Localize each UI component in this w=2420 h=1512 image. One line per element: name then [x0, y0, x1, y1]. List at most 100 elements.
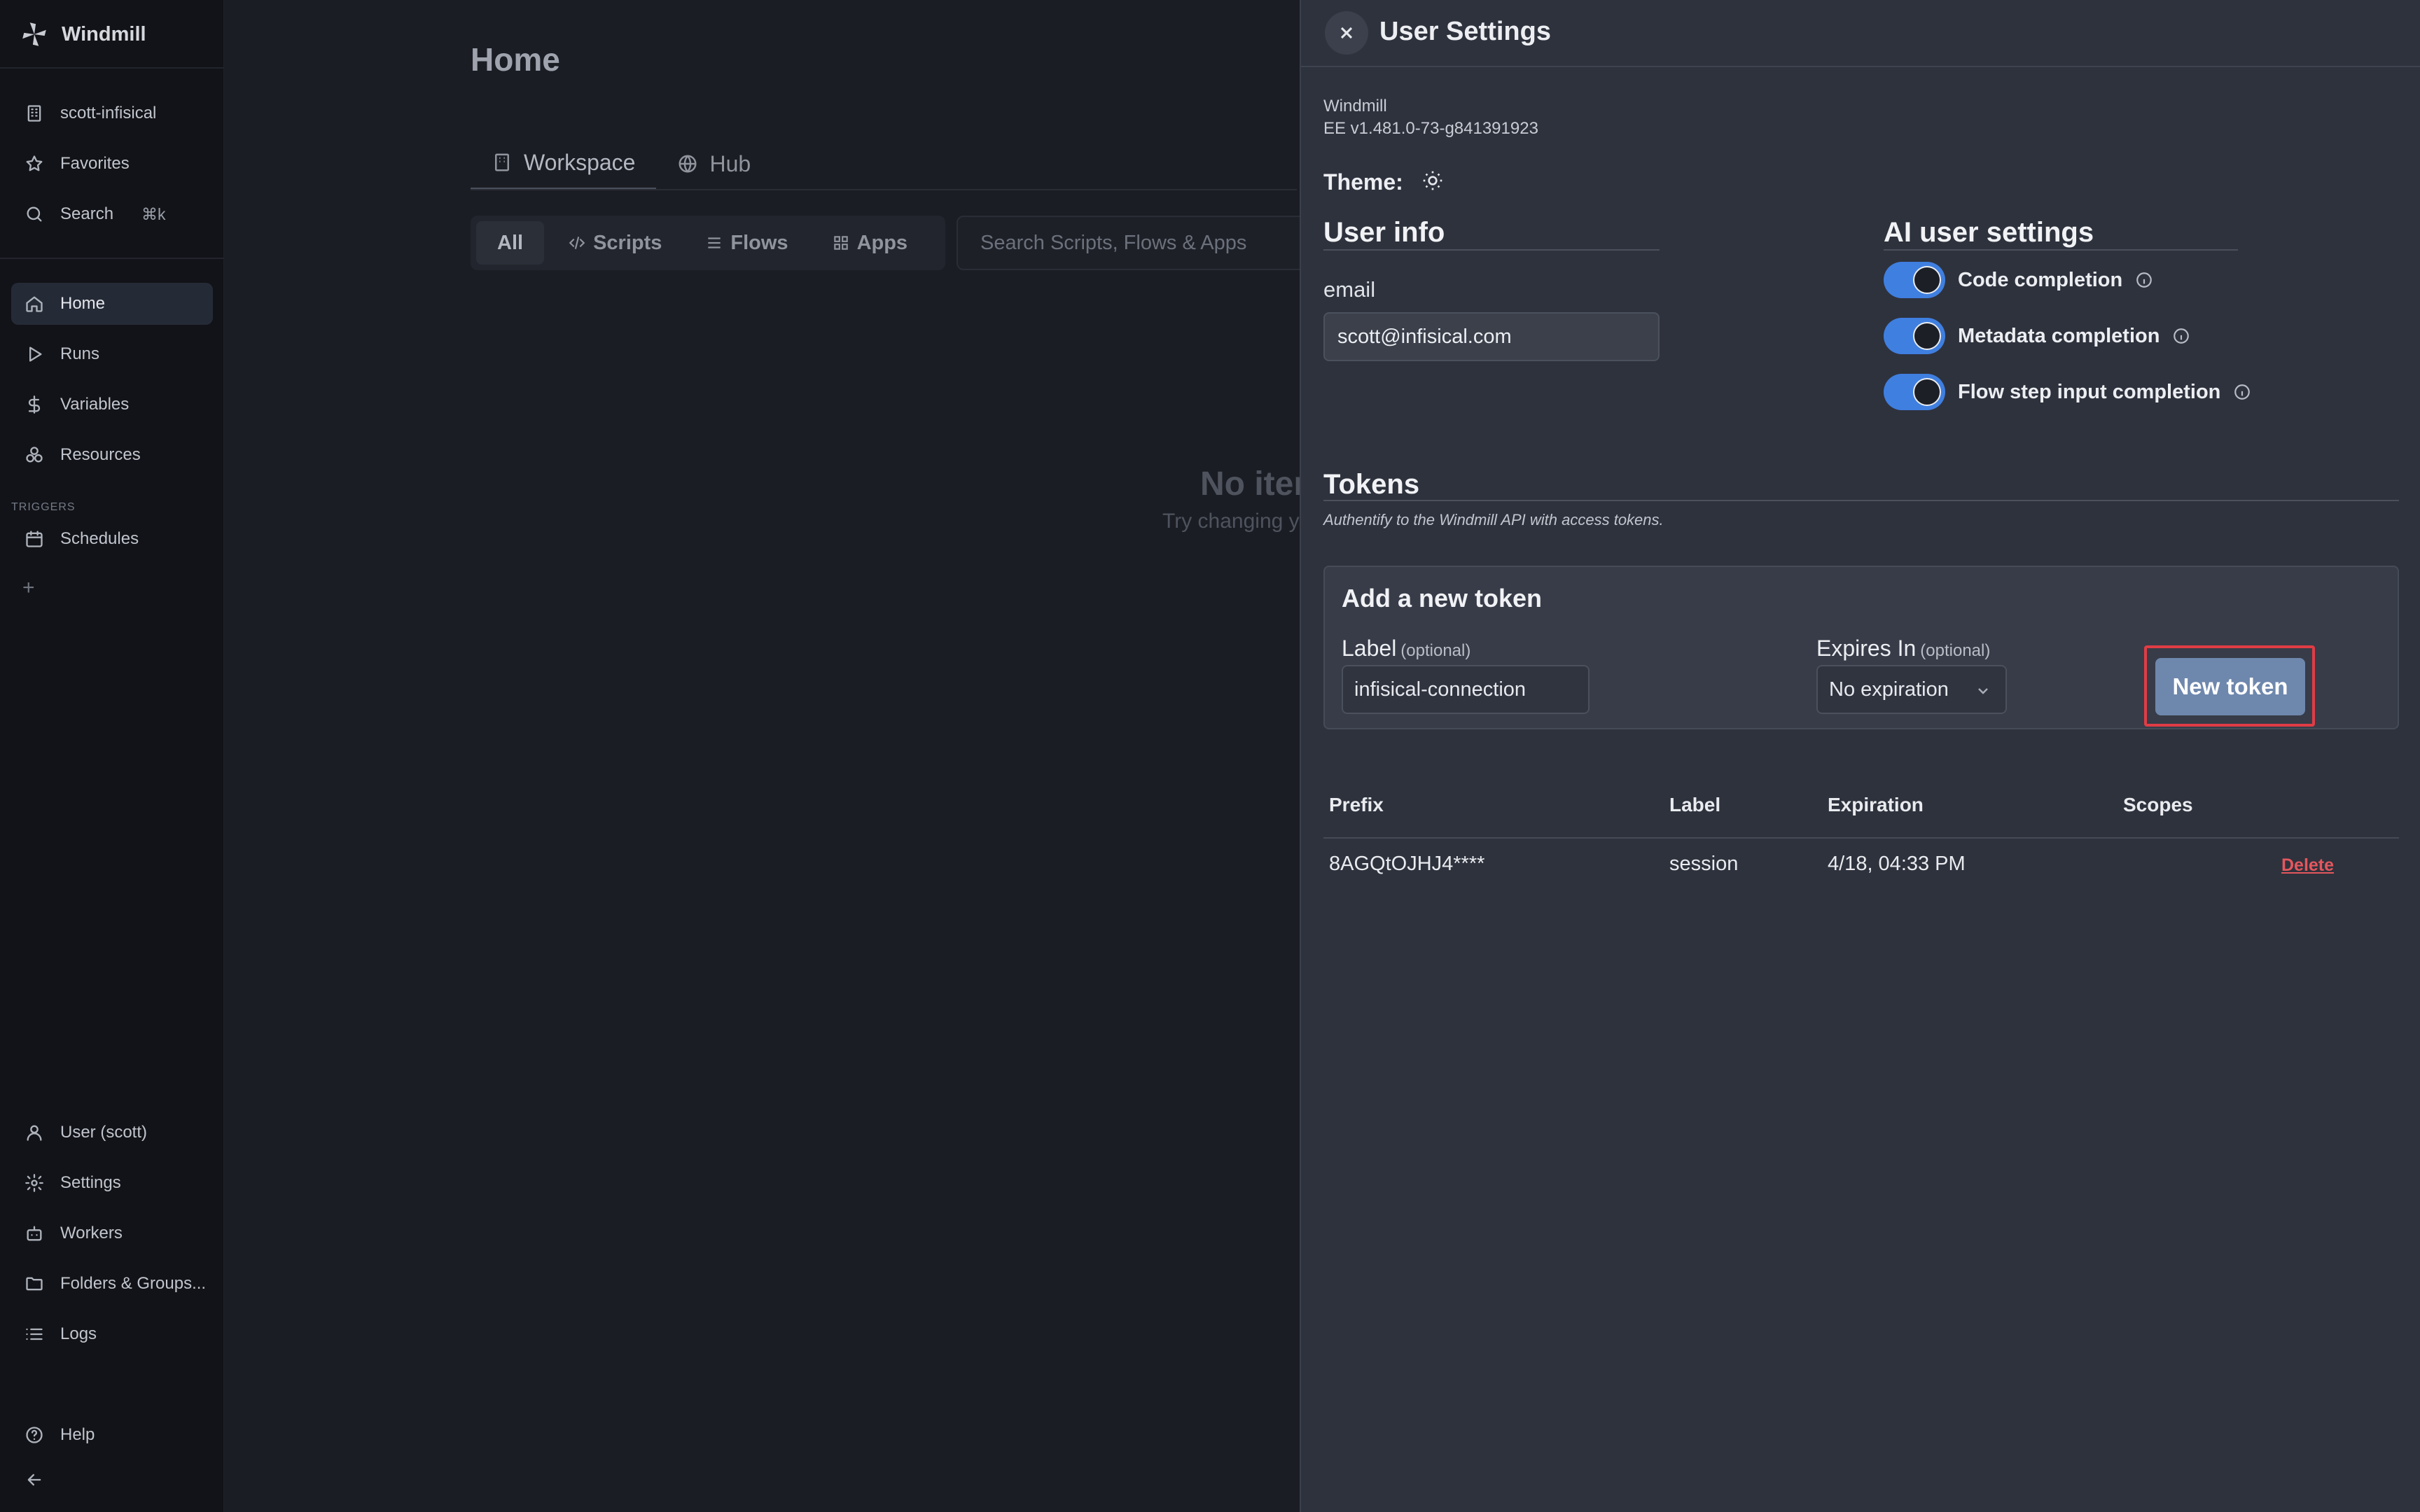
sidebar-item-logs[interactable]: Logs: [11, 1313, 213, 1355]
sidebar-item-label: Runs: [60, 344, 100, 363]
filter-all[interactable]: All: [476, 221, 545, 265]
sidebar-item-settings[interactable]: Settings: [11, 1162, 213, 1204]
brand[interactable]: Windmill: [20, 18, 146, 50]
tokens-heading: Tokens: [1323, 469, 1420, 500]
sidebar-item-runs[interactable]: Runs: [11, 333, 213, 375]
workspace-name: scott-infisical: [60, 104, 157, 122]
sidebar-item-label: Favorites: [60, 154, 130, 173]
delete-token-link[interactable]: Delete: [2281, 855, 2334, 876]
triggers-section-label: TRIGGERS: [11, 501, 76, 513]
search-input[interactable]: Search Scripts, Flows & Apps: [957, 216, 1321, 270]
token-label: session: [1669, 853, 1739, 875]
help-icon: [24, 1424, 45, 1446]
tab-label: Hub: [709, 150, 751, 176]
tab-hub[interactable]: Hub: [656, 137, 772, 190]
folder-icon: [24, 1273, 45, 1294]
version-app-name: Windmill: [1323, 97, 1387, 115]
column-header-label: Label: [1669, 794, 1721, 816]
token-label-input[interactable]: infisical-connection: [1342, 665, 1590, 714]
sidebar: Windmill scott-infisical Favorites Searc…: [0, 0, 224, 1512]
empty-state-title: No iter: [1200, 465, 1307, 503]
info-icon[interactable]: [2233, 383, 2251, 401]
token-prefix: 8AGQtOJHJ4****: [1329, 853, 1485, 875]
home-tabs: Workspace Hub: [471, 137, 772, 190]
filter-flows[interactable]: Flows: [686, 221, 807, 265]
sidebar-item-label: Variables: [60, 395, 130, 414]
collapse-sidebar-button[interactable]: [11, 1459, 213, 1501]
sidebar-item-label: Workers: [60, 1224, 123, 1242]
gear-icon: [24, 1172, 45, 1194]
filter-label: Apps: [856, 231, 908, 254]
expires-in-select[interactable]: No expiration: [1816, 665, 2007, 714]
tab-label: Workspace: [524, 149, 636, 175]
close-button[interactable]: [1325, 11, 1368, 55]
field-label-text: Label: [1342, 636, 1397, 661]
sidebar-item-resources[interactable]: Resources: [11, 434, 213, 476]
info-icon[interactable]: [2135, 271, 2153, 289]
app-root: Windmill scott-infisical Favorites Searc…: [0, 0, 2420, 1512]
sidebar-item-home[interactable]: Home: [11, 283, 213, 325]
add-trigger-icon[interactable]: +: [22, 578, 42, 598]
sidebar-item-favorites[interactable]: Favorites: [11, 143, 213, 185]
optional-hint: (optional): [1920, 641, 1991, 660]
sidebar-item-schedules[interactable]: Schedules: [11, 518, 213, 560]
theme-label: Theme:: [1323, 169, 1403, 195]
drawer-header: User Settings: [1301, 0, 2420, 67]
field-label-text: Expires In: [1816, 636, 1917, 661]
table-header-rule: [1323, 837, 2399, 839]
info-icon[interactable]: [2172, 327, 2190, 345]
flow-step-completion-toggle[interactable]: [1884, 374, 1945, 410]
filter-apps[interactable]: Apps: [812, 221, 928, 265]
arrow-left-icon: [24, 1469, 45, 1490]
ai-setting-label: Code completion: [1958, 268, 2123, 291]
sun-icon: [1423, 171, 1442, 190]
user-icon: [24, 1122, 45, 1143]
version-number: EE v1.481.0-73-g841391923: [1323, 119, 1538, 138]
theme-toggle[interactable]: [1421, 169, 1444, 192]
sidebar-item-variables[interactable]: Variables: [11, 384, 213, 426]
ai-setting-label: Flow step input completion: [1958, 380, 2221, 403]
ai-setting-flow-step-input-completion: Flow step input completion: [1884, 374, 2251, 410]
tab-workspace[interactable]: Workspace: [471, 137, 657, 190]
search-icon: [24, 204, 45, 225]
sidebar-item-help[interactable]: Help: [11, 1414, 213, 1456]
windmill-logo-icon: [20, 20, 49, 49]
column-header-prefix: Prefix: [1329, 794, 1384, 816]
sidebar-divider: [0, 258, 224, 259]
sidebar-item-label: Search: [60, 204, 114, 223]
boxes-icon: [24, 444, 45, 465]
email-field[interactable]: scott@infisical.com: [1323, 312, 1660, 361]
email-label: email: [1323, 277, 1376, 302]
close-icon: [1340, 27, 1353, 39]
code-completion-toggle[interactable]: [1884, 262, 1945, 298]
sidebar-item-folders-groups[interactable]: Folders & Groups...: [11, 1263, 213, 1305]
workspace-switcher[interactable]: scott-infisical: [11, 92, 213, 134]
sidebar-item-user[interactable]: User (scott): [11, 1112, 213, 1154]
drawer-title: User Settings: [1379, 17, 1551, 46]
home-icon: [24, 293, 45, 314]
sidebar-item-workers[interactable]: Workers: [11, 1212, 213, 1254]
ai-setting-code-completion: Code completion: [1884, 262, 2153, 298]
metadata-completion-toggle[interactable]: [1884, 318, 1945, 354]
search-shortcut: ⌘k: [141, 204, 166, 223]
play-icon: [24, 344, 45, 365]
user-info-heading: User info: [1323, 217, 1445, 248]
ai-settings-heading: AI user settings: [1884, 217, 2094, 248]
token-label-label: Label (optional): [1342, 636, 1470, 662]
sidebar-item-search[interactable]: Search ⌘k: [11, 193, 213, 235]
star-icon: [24, 153, 45, 174]
building-icon: [24, 103, 45, 124]
new-token-button[interactable]: New token: [2155, 658, 2305, 715]
filter-scripts[interactable]: Scripts: [548, 221, 681, 265]
ai-setting-label: Metadata completion: [1958, 324, 2160, 347]
empty-state-subtitle: Try changing y: [1162, 510, 1300, 533]
sidebar-item-label: Home: [60, 294, 106, 313]
globe-icon: [679, 155, 697, 173]
token-expiration: 4/18, 04:33 PM: [1828, 853, 1966, 875]
optional-hint: (optional): [1400, 641, 1471, 660]
bot-icon: [24, 1223, 45, 1244]
filter-label: Flows: [730, 231, 788, 254]
sidebar-item-label: Help: [60, 1425, 95, 1444]
user-settings-drawer: User Settings Windmill EE v1.481.0-73-g8…: [1300, 0, 2420, 1512]
list-icon: [24, 1324, 45, 1345]
